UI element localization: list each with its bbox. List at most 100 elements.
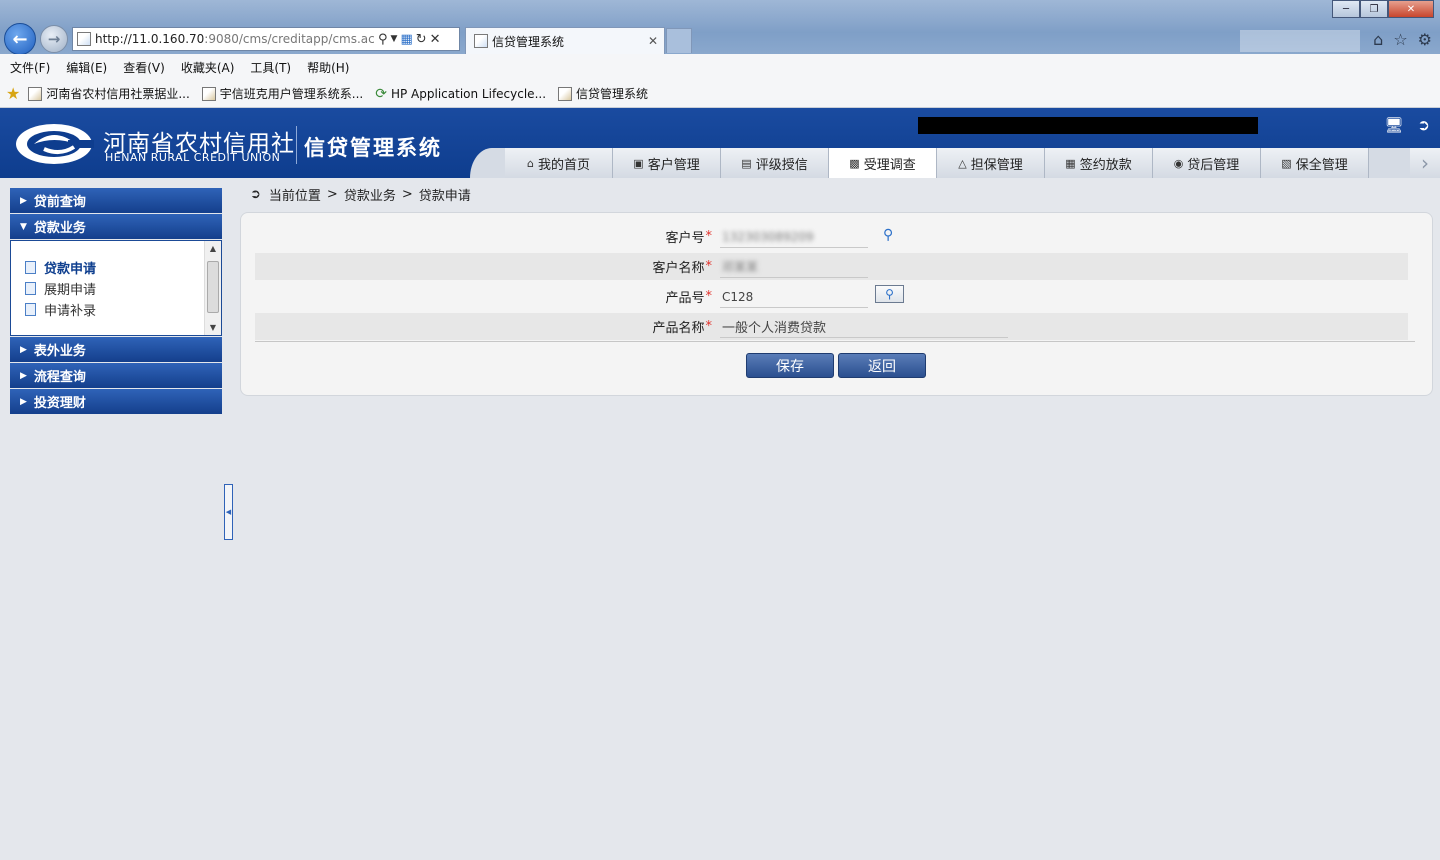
product-search-button[interactable]: ⚲ bbox=[875, 285, 904, 303]
minimize-button[interactable]: ─ bbox=[1332, 0, 1360, 18]
favorite-link[interactable]: 宇信班克用户管理系统系... bbox=[201, 85, 364, 102]
sidebar-item-extension-application[interactable]: 展期申请 bbox=[25, 278, 221, 299]
label-text: 产品名称 bbox=[652, 321, 705, 336]
back-button[interactable]: 返回 bbox=[838, 353, 926, 378]
brand-name-en: HENAN RURAL CREDIT UNION bbox=[105, 151, 281, 164]
add-favorite-star-icon[interactable]: ★ bbox=[6, 84, 20, 103]
tab-label: 保全管理 bbox=[1295, 157, 1348, 173]
sidebar-submenu: 贷款申请 展期申请 申请补录 ▲ ▼ bbox=[10, 240, 222, 336]
chart-doc-icon: ▩ bbox=[849, 156, 860, 170]
field-value: 一般个人消费贷款 bbox=[722, 321, 827, 336]
breadcrumb-separator: > bbox=[401, 187, 413, 202]
magnifier-icon: ⚲ bbox=[885, 287, 894, 301]
blurred-area bbox=[1240, 30, 1360, 52]
forward-button[interactable]: → bbox=[40, 25, 68, 53]
monitor-icon[interactable]: 🖥 bbox=[1384, 116, 1403, 134]
menu-favorites[interactable]: 收藏夹(A) bbox=[181, 59, 235, 76]
menu-tools[interactable]: 工具(T) bbox=[250, 59, 291, 76]
breadcrumb: ➲ 当前位置 > 贷款业务 > 贷款申请 bbox=[250, 185, 471, 204]
tab-label: 受理调查 bbox=[863, 157, 916, 173]
refresh-icon[interactable]: ↻ bbox=[416, 32, 427, 47]
search-icon[interactable]: ⚲ bbox=[378, 32, 388, 47]
tab-preservation[interactable]: ▧ 保全管理 bbox=[1261, 148, 1369, 178]
product-name-field[interactable]: 一般个人消费贷款 bbox=[720, 316, 1008, 338]
sidebar-item-supplementary-entry[interactable]: 申请补录 bbox=[25, 299, 221, 320]
menu-file[interactable]: 文件(F) bbox=[10, 59, 50, 76]
header-tools: 🖥 ➲ bbox=[1384, 116, 1430, 134]
favorites-star-icon[interactable]: ☆ bbox=[1393, 30, 1407, 49]
sidebar-item-loan-application[interactable]: 贷款申请 bbox=[25, 257, 221, 278]
field-label: 客户号 * bbox=[665, 223, 712, 250]
credit-union-logo-icon bbox=[16, 124, 94, 164]
sidebar-collapse-handle[interactable]: ◀ bbox=[224, 484, 233, 540]
sidebar-section-investment[interactable]: ▶ 投资理财 bbox=[10, 389, 222, 415]
favorite-link[interactable]: ⟳ HP Application Lifecycle... bbox=[375, 86, 546, 102]
product-id-field[interactable]: C128 bbox=[720, 286, 868, 308]
tab-rating[interactable]: ▤ 评级授信 bbox=[721, 148, 829, 178]
favorite-page-icon bbox=[201, 86, 216, 101]
form-divider bbox=[255, 341, 1415, 342]
loan-application-form: 客户号 * 132303089209 ⚲ 客户名称 * 邓某某 产品号 * C128 … bbox=[240, 212, 1433, 396]
document-icon bbox=[25, 282, 36, 295]
breadcrumb-label: 当前位置 bbox=[268, 189, 321, 204]
sidebar-section-label: 表外业务 bbox=[33, 344, 86, 359]
sidebar-section-loan-business[interactable]: ▼ 贷款业务 bbox=[10, 214, 222, 240]
tab-guarantee[interactable]: △ 担保管理 bbox=[937, 148, 1045, 178]
tab-contract[interactable]: ▦ 签约放款 bbox=[1045, 148, 1153, 178]
folder-icon: ▧ bbox=[1281, 156, 1292, 170]
tab-customer[interactable]: ▣ 客户管理 bbox=[613, 148, 721, 178]
sidebar-section-off-balance[interactable]: ▶ 表外业务 bbox=[10, 337, 222, 363]
favorite-page-icon bbox=[28, 86, 43, 101]
menu-help[interactable]: 帮助(H) bbox=[307, 59, 349, 76]
stop-icon[interactable]: ✕ bbox=[430, 32, 441, 47]
breadcrumb-item[interactable]: 贷款业务 bbox=[344, 185, 396, 204]
person-card-icon: ▣ bbox=[633, 156, 644, 170]
dropdown-icon[interactable]: ▼ bbox=[391, 34, 398, 44]
scroll-down-icon[interactable]: ▼ bbox=[205, 320, 221, 335]
save-button[interactable]: 保存 bbox=[746, 353, 834, 378]
close-tab-icon[interactable]: ✕ bbox=[648, 34, 658, 48]
browser-tools: ⌂ ☆ ⚙ bbox=[1373, 30, 1432, 49]
label-text: 客户号 bbox=[665, 231, 705, 246]
field-value: 邓某某 bbox=[722, 260, 759, 274]
scroll-thumb[interactable] bbox=[207, 261, 219, 313]
field-value: 132303089209 bbox=[722, 229, 814, 244]
refresh-icon: ⟳ bbox=[375, 85, 387, 102]
document-icon bbox=[25, 261, 36, 274]
tab-label: 客户管理 bbox=[647, 157, 700, 173]
sidebar-section-process-query[interactable]: ▶ 流程查询 bbox=[10, 363, 222, 389]
restore-button[interactable]: ❐ bbox=[1360, 0, 1388, 18]
compat-view-icon[interactable]: ▦ bbox=[400, 32, 412, 47]
favorite-link[interactable]: 信贷管理系统 bbox=[558, 85, 648, 102]
tab-label: 评级授信 bbox=[755, 157, 808, 173]
sidebar-section-preloan-query[interactable]: ▶ 贷前查询 bbox=[10, 188, 222, 214]
label-text: 产品号 bbox=[665, 291, 705, 306]
favorite-label: 宇信班克用户管理系统系... bbox=[219, 87, 364, 101]
back-button[interactable]: ← bbox=[4, 23, 36, 55]
tab-label: 签约放款 bbox=[1079, 157, 1132, 173]
tab-label: 我的首页 bbox=[537, 157, 590, 173]
magnifier-icon[interactable]: ⚲ bbox=[883, 227, 893, 243]
url-text[interactable]: http://11.0.160.70:9080/cms/creditapp/cm… bbox=[95, 32, 375, 46]
logout-icon[interactable]: ➲ bbox=[1417, 116, 1430, 134]
home-icon[interactable]: ⌂ bbox=[1373, 30, 1383, 49]
browser-tab[interactable]: 信贷管理系统 ✕ bbox=[465, 27, 665, 54]
menu-view[interactable]: 查看(V) bbox=[123, 59, 165, 76]
form-row-product-id: 产品号 * C128 ⚲ bbox=[255, 283, 1408, 310]
close-window-button[interactable]: ✕ bbox=[1388, 0, 1434, 18]
address-bar[interactable]: http://11.0.160.70:9080/cms/creditapp/cm… bbox=[72, 27, 460, 51]
gear-icon[interactable]: ⚙ bbox=[1418, 30, 1432, 49]
new-tab-button[interactable] bbox=[666, 28, 692, 53]
menu-edit[interactable]: 编辑(E) bbox=[66, 59, 107, 76]
tab-home[interactable]: ⌂ 我的首页 bbox=[505, 148, 613, 178]
customer-name-field[interactable]: 邓某某 bbox=[720, 256, 868, 278]
favorite-link[interactable]: 河南省农村信用社票据业... bbox=[28, 85, 190, 102]
contract-icon: ▦ bbox=[1065, 156, 1076, 170]
tab-page-icon bbox=[474, 34, 488, 48]
scroll-up-icon[interactable]: ▲ bbox=[205, 241, 221, 256]
tab-acceptance[interactable]: ▩ 受理调查 bbox=[829, 148, 937, 178]
customer-id-field[interactable]: 132303089209 bbox=[720, 226, 868, 248]
sidebar-scrollbar[interactable]: ▲ ▼ bbox=[204, 241, 221, 335]
nav-next-button[interactable]: › bbox=[1410, 148, 1440, 178]
tab-post-loan[interactable]: ◉ 贷后管理 bbox=[1153, 148, 1261, 178]
